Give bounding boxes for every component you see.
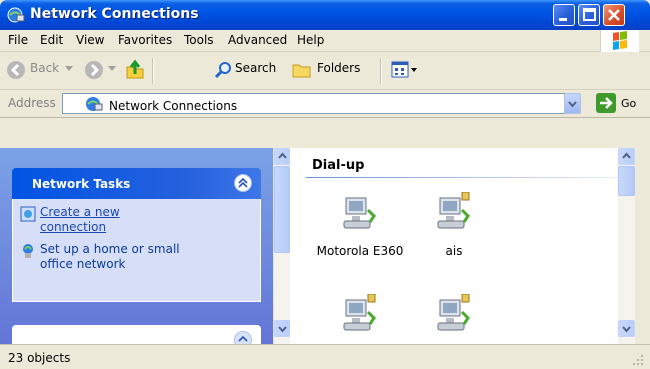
dialup-connection-icon xyxy=(343,197,376,229)
group-header-dialup: Dial-up xyxy=(312,158,365,173)
chevron-down-icon xyxy=(568,101,577,108)
maximize-button[interactable] xyxy=(578,4,600,26)
connections-view: Dial-up Motorola E360 ais xyxy=(290,148,618,344)
go-button[interactable] xyxy=(596,93,616,113)
search-icon xyxy=(214,62,231,79)
scroll-thumb[interactable] xyxy=(274,166,291,253)
connection-label: Motorola E360 xyxy=(316,244,404,258)
menu-tools[interactable]: Tools xyxy=(184,33,214,47)
network-connections-window: Network Connections File Edit View Favor… xyxy=(0,0,650,369)
collapse-button[interactable] xyxy=(234,174,252,192)
menu-help[interactable]: Help xyxy=(297,33,324,47)
network-connections-icon xyxy=(7,7,25,23)
network-connections-icon xyxy=(86,97,103,111)
windows-logo xyxy=(600,30,639,52)
create-new-connection-link[interactable]: Create a new connection xyxy=(40,205,150,235)
back-arrow-icon xyxy=(7,61,25,79)
chevron-up-icon xyxy=(622,152,631,159)
close-icon xyxy=(608,9,620,21)
menu-edit[interactable]: Edit xyxy=(40,33,63,47)
status-bar: 23 objects xyxy=(0,344,650,369)
chevron-up-icon xyxy=(278,152,287,159)
dialup-connection-icon xyxy=(437,294,470,331)
home-network-icon xyxy=(23,244,33,258)
scroll-up-button[interactable] xyxy=(618,148,635,165)
task-pane: Network Tasks Create a new connection Se… xyxy=(0,148,273,355)
scroll-down-button[interactable] xyxy=(274,320,291,337)
resize-grip-icon[interactable] xyxy=(632,354,644,366)
chevron-up-icon xyxy=(238,177,248,188)
forward-arrow-icon[interactable] xyxy=(84,60,104,80)
address-dropdown-button[interactable] xyxy=(564,93,581,114)
scroll-up-button[interactable] xyxy=(274,148,291,165)
title-bar[interactable]: Network Connections xyxy=(0,0,650,30)
dialup-connection-icon xyxy=(343,294,376,331)
connection-label: ais xyxy=(445,244,463,258)
window-title: Network Connections xyxy=(30,6,199,22)
search-button[interactable]: Search xyxy=(235,61,276,75)
go-label[interactable]: Go xyxy=(621,97,636,110)
chevron-down-icon xyxy=(622,326,631,333)
network-tasks-header[interactable]: Network Tasks xyxy=(12,168,261,199)
home-network-link[interactable]: Set up a home or small office network xyxy=(40,242,200,272)
dialup-connection-icon xyxy=(437,192,470,229)
minimize-button[interactable] xyxy=(553,4,575,26)
address-value: Network Connections xyxy=(109,99,238,113)
content-scrollbar[interactable] xyxy=(618,148,635,344)
menu-bar: File Edit View Favorites Tools Advanced … xyxy=(0,30,650,52)
task-pane-scrollbar[interactable] xyxy=(273,148,291,344)
minimize-icon xyxy=(559,18,567,21)
back-dropdown-icon[interactable] xyxy=(65,66,73,72)
network-tasks-body: Create a new connection Set up a home or… xyxy=(12,199,261,302)
folders-icon xyxy=(292,64,311,78)
address-bar: Address Network Connections Go xyxy=(0,90,650,118)
folders-button[interactable]: Folders xyxy=(317,61,360,75)
toolbar: Back Search Folders xyxy=(0,52,650,90)
menu-file[interactable]: File xyxy=(8,33,28,47)
go-arrow-icon xyxy=(600,97,613,109)
group-divider xyxy=(306,177,618,178)
windows-flag-icon xyxy=(613,31,627,50)
menu-view[interactable]: View xyxy=(76,33,104,47)
views-icon[interactable] xyxy=(391,61,419,79)
forward-dropdown-icon[interactable] xyxy=(108,66,116,72)
scroll-down-button[interactable] xyxy=(618,320,635,337)
scroll-thumb[interactable] xyxy=(618,166,635,196)
address-field[interactable]: Network Connections xyxy=(62,93,580,114)
status-text: 23 objects xyxy=(8,351,71,365)
menu-advanced[interactable]: Advanced xyxy=(228,33,287,47)
new-connection-icon xyxy=(20,206,36,222)
toolbar-separator xyxy=(380,58,382,84)
close-button[interactable] xyxy=(603,4,625,26)
back-button[interactable]: Back xyxy=(30,61,59,75)
network-tasks-title: Network Tasks xyxy=(32,177,131,191)
address-label: Address xyxy=(8,96,56,110)
toolbar-separator xyxy=(152,58,154,84)
up-folder-icon[interactable] xyxy=(124,59,146,81)
chevron-down-icon xyxy=(278,326,287,333)
maximize-icon xyxy=(583,8,596,21)
menu-favorites[interactable]: Favorites xyxy=(118,33,172,47)
